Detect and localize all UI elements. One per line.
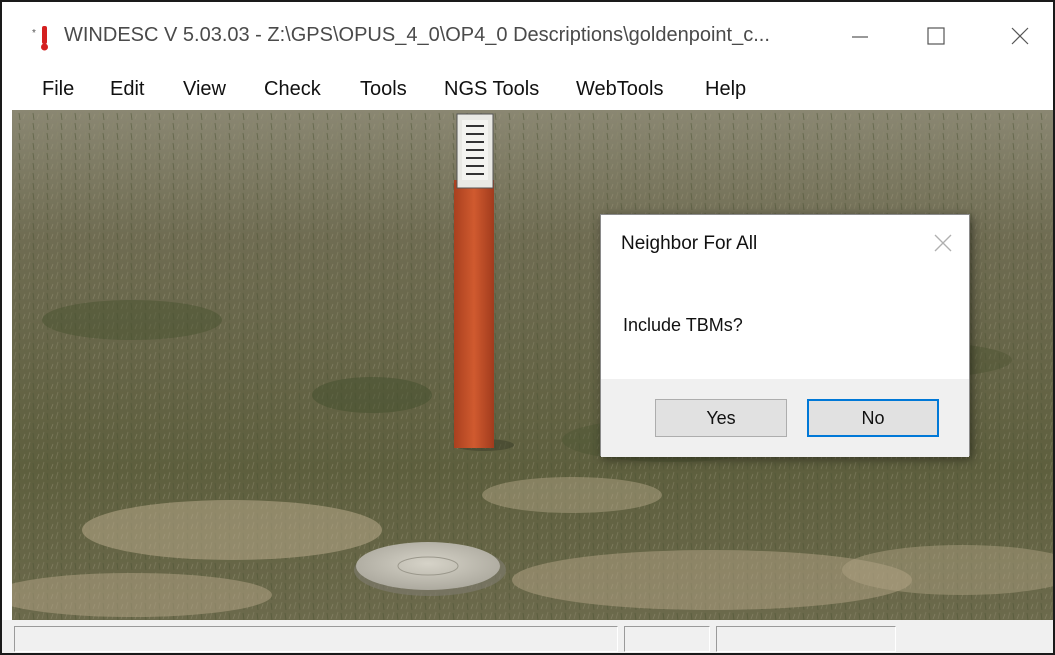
minimize-icon bbox=[832, 12, 888, 60]
no-button[interactable]: No bbox=[807, 399, 939, 437]
maximize-icon bbox=[908, 12, 964, 60]
close-button[interactable] bbox=[992, 12, 1048, 60]
close-icon bbox=[992, 12, 1048, 60]
status-pane-tertiary bbox=[716, 626, 896, 652]
dialog-close-button[interactable] bbox=[931, 231, 955, 255]
menu-check[interactable]: Check bbox=[264, 76, 321, 103]
minimize-button[interactable] bbox=[832, 12, 888, 60]
title-bar[interactable]: * WINDESC V 5.03.03 - Z:\GPS\OPUS_4_0\OP… bbox=[2, 2, 1053, 70]
thermometer-icon: * bbox=[32, 24, 60, 52]
dialog-title: Neighbor For All bbox=[621, 233, 758, 254]
status-bar bbox=[2, 620, 1053, 653]
menu-tools[interactable]: Tools bbox=[360, 76, 407, 103]
dialog-message: Include TBMs? bbox=[623, 315, 743, 335]
yes-button[interactable]: Yes bbox=[655, 399, 787, 437]
app-window: * WINDESC V 5.03.03 - Z:\GPS\OPUS_4_0\OP… bbox=[0, 0, 1055, 655]
status-pane-main bbox=[14, 626, 618, 652]
menu-view[interactable]: View bbox=[183, 76, 226, 103]
maximize-button[interactable] bbox=[908, 12, 964, 60]
dialog-button-bar: Yes No bbox=[601, 379, 969, 457]
close-icon bbox=[934, 234, 952, 252]
neighbor-for-all-dialog: Neighbor For All Include TBMs? Yes No bbox=[600, 214, 970, 457]
menu-bar: File Edit View Check Tools NGS Tools Web… bbox=[2, 70, 1053, 110]
menu-file[interactable]: File bbox=[42, 76, 74, 103]
window-title: WINDESC V 5.03.03 - Z:\GPS\OPUS_4_0\OP4_… bbox=[64, 24, 770, 46]
menu-help[interactable]: Help bbox=[705, 76, 746, 103]
menu-edit[interactable]: Edit bbox=[110, 76, 144, 103]
status-pane-secondary bbox=[624, 626, 710, 652]
svg-text:*: * bbox=[32, 28, 36, 39]
menu-webtools[interactable]: WebTools bbox=[576, 76, 663, 103]
menu-ngs-tools[interactable]: NGS Tools bbox=[444, 76, 539, 103]
